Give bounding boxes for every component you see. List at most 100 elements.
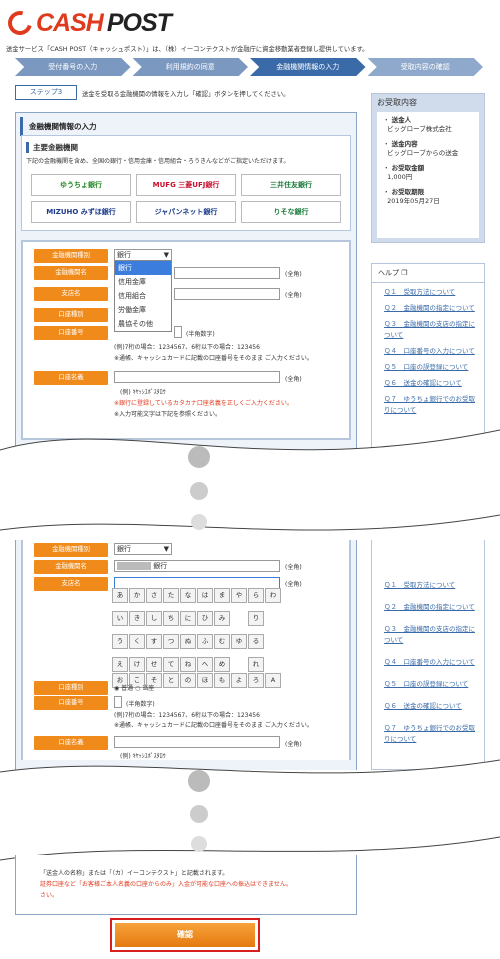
chevron-down-icon: ▼ [163,251,169,259]
kana-key[interactable]: な [180,588,196,603]
kana-key[interactable]: わ [265,588,281,603]
kana-key[interactable]: ね [180,657,196,672]
kana-key [231,604,247,619]
kana-key[interactable]: し [146,611,162,626]
help-link[interactable]: Ｑ３ 金融機関の支店の指定について [384,319,478,341]
bank-button-mizuho[interactable]: MIZUHO みずほ銀行 [31,201,131,223]
help-link[interactable]: Ｑ２ 金融機関の指定について [384,602,478,613]
help-link[interactable]: Ｑ３ 金融機関の支店の指定について [384,624,478,646]
kana-key[interactable]: ち [163,611,179,626]
kana-key[interactable]: に [180,611,196,626]
logo-icon [3,6,37,40]
kana-key[interactable]: め [214,657,230,672]
kana-key[interactable]: も [214,673,230,688]
section-title: 金融機関情報の入力 [20,117,352,136]
kana-key[interactable]: ろ [248,673,264,688]
cashpost-logo: CASH POST [3,6,172,40]
hankaku-note: (半角数字) [126,701,155,708]
bank-button-smbc[interactable]: 三井住友銀行 [241,174,341,196]
kana-key[interactable]: ぬ [180,634,196,649]
kana-key[interactable]: す [146,634,162,649]
kana-key[interactable]: る [248,634,264,649]
kana-key[interactable]: か [129,588,145,603]
radio-checked-icon[interactable]: ◉ [114,685,119,692]
help-link[interactable]: Ｑ７ ゆうちょ銀行でのお受取りについて [384,394,478,416]
kana-key[interactable]: せ [146,657,162,672]
bank-type-select[interactable]: 銀行 ▼ [114,543,172,555]
receipt-summary-title: お受取内容 [377,98,417,107]
account-type-label: 口座種別 [34,308,108,322]
kana-key[interactable]: う [112,634,128,649]
kana-key[interactable]: た [163,588,179,603]
kana-key[interactable]: い [112,611,128,626]
kana-key[interactable]: け [129,657,145,672]
help-link[interactable]: Ｑ６ 送金の確認について [384,701,478,712]
dropdown-option[interactable]: 銀行 [115,261,171,275]
account-holder-label: 口座名義 [34,371,108,385]
kana-key[interactable]: さ [146,588,162,603]
account-number-example: (例)7桁の場合：1234567、6桁以下の場合：123456 [114,712,260,719]
account-holder-input[interactable] [114,736,280,748]
bank-name-label: 金融機関名 [34,266,108,280]
kana-key[interactable]: ほ [197,673,213,688]
help-link[interactable]: Ｑ５ 口座の誤登録について [384,362,478,373]
help-link[interactable]: Ｑ１ 受取方法について [384,580,478,591]
account-number-input[interactable] [114,696,122,708]
bank-button-yucho[interactable]: ゆうちょ銀行 [31,174,131,196]
help-panel-cont: Ｑ１ 受取方法について Ｑ２ 金融機関の指定について Ｑ３ 金融機関の支店の指定… [371,540,485,770]
kana-key[interactable]: ひ [197,611,213,626]
intro-text: 送金サービス「CASH POST（キャッシュポスト）」は、（株）イーコンテクスト… [6,46,369,53]
help-link[interactable]: Ｑ４ 口座番号の入力について [384,657,478,668]
kana-key[interactable]: の [180,673,196,688]
account-holder-input[interactable] [114,371,280,383]
step-description: 送金を受取る金融機関の情報を入力し「確認」ボタンを押してください。 [82,91,290,98]
kana-key[interactable]: え [112,657,128,672]
kana-key[interactable]: A [265,673,281,688]
kana-key[interactable]: あ [112,588,128,603]
confirm-button[interactable]: 確認 [115,923,255,947]
dropdown-option[interactable]: 信用金庫 [115,275,171,289]
dropdown-option[interactable]: 農協その他 [115,317,171,331]
kana-key[interactable]: み [214,611,230,626]
account-number-input[interactable] [174,326,182,338]
bank-button-japannet[interactable]: ジャパンネット銀行 [136,201,236,223]
kana-key[interactable]: へ [197,657,213,672]
help-link[interactable]: Ｑ１ 受取方法について [384,287,478,298]
kana-key[interactable]: く [129,634,145,649]
kana-key[interactable]: む [214,634,230,649]
help-link[interactable]: Ｑ７ ゆうちょ銀行でのお受取りについて [384,723,478,745]
kana-key[interactable]: よ [231,673,247,688]
kana-key[interactable]: と [163,673,179,688]
bank-name-input[interactable]: 銀行 [114,560,280,572]
kana-key[interactable]: て [163,657,179,672]
kana-key[interactable]: ら [248,588,264,603]
kana-key[interactable]: れ [248,657,264,672]
kana-key[interactable]: き [129,611,145,626]
kana-key[interactable]: つ [163,634,179,649]
kana-key[interactable]: ま [214,588,230,603]
account-number-label: 口座番号 [34,326,108,340]
branch-input[interactable] [174,288,280,300]
kana-key[interactable]: は [197,588,213,603]
kana-key[interactable]: り [248,611,264,626]
radio-label: 普通 [121,685,134,692]
kana-key[interactable]: や [231,588,247,603]
radio-icon[interactable]: ○ [135,685,140,692]
zenkaku-note: (全角) [285,581,302,588]
help-link[interactable]: Ｑ５ 口座の誤登録について [384,679,478,690]
help-link[interactable]: Ｑ４ 口座番号の入力について [384,346,478,357]
window-icon: ❐ [401,269,408,277]
bank-button-resona[interactable]: りそな銀行 [241,201,341,223]
kana-key[interactable]: ゆ [231,634,247,649]
help-link[interactable]: Ｑ６ 送金の確認について [384,378,478,389]
account-number-example: (例)7桁の場合：1234567、6桁以下の場合：123456 [114,344,260,351]
bank-name-input[interactable] [174,267,280,279]
dropdown-option[interactable]: 労働金庫 [115,303,171,317]
help-link[interactable]: Ｑ２ 金融機関の指定について [384,303,478,314]
bank-type-value: 銀行 [117,251,131,259]
zenkaku-note: (全角) [285,271,302,278]
bank-button-mufg[interactable]: MUFG 三菱UFJ銀行 [136,174,236,196]
dropdown-option[interactable]: 信用組合 [115,289,171,303]
kana-key [231,650,247,665]
kana-key[interactable]: ふ [197,634,213,649]
